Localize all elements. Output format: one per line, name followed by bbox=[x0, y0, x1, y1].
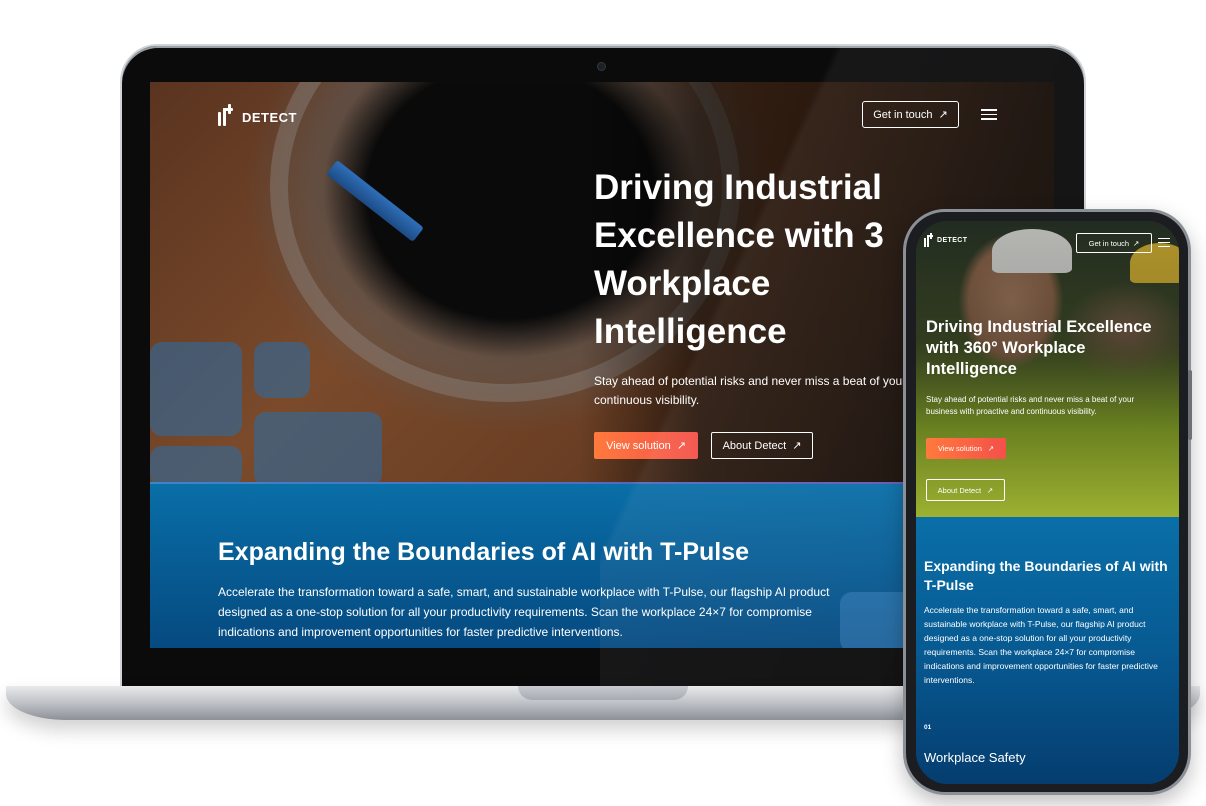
about-detect-button[interactable]: About Detect ↗ bbox=[926, 479, 1005, 501]
brand-name: DETECT bbox=[937, 237, 968, 244]
decor-square bbox=[254, 342, 310, 398]
device-mockup-stage: DETECT Get in touch ↗ Driving Industrial… bbox=[0, 0, 1206, 806]
get-in-touch-label: Get in touch bbox=[1088, 238, 1130, 248]
arrow-up-right-icon: ↗ bbox=[792, 440, 802, 452]
get-in-touch-label: Get in touch bbox=[873, 108, 933, 121]
view-solution-button[interactable]: View solution ↗ bbox=[594, 432, 698, 459]
section-heading: Expanding the Boundaries of AI with T-Pu… bbox=[218, 538, 750, 566]
hero-title: Driving Industrial Excellence with 3 Wor… bbox=[594, 168, 884, 351]
section-paragraph: Accelerate the transformation toward a s… bbox=[924, 605, 1158, 685]
brand-name: DETECT bbox=[242, 109, 297, 125]
decor-square bbox=[254, 412, 382, 482]
about-detect-label: About Detect bbox=[937, 485, 982, 495]
arrow-up-right-icon: ↗ bbox=[987, 485, 994, 495]
phone-hero: DETECT Get in touch ↗ Driving Industrial… bbox=[916, 221, 1179, 517]
feature-title[interactable]: Workplace Safety bbox=[924, 750, 1026, 765]
about-detect-label: About Detect bbox=[722, 439, 787, 452]
phone-screen: DETECT Get in touch ↗ Driving Industrial… bbox=[916, 221, 1179, 784]
view-solution-label: View solution bbox=[606, 439, 671, 452]
brand-mark-icon bbox=[924, 233, 934, 248]
get-in-touch-button[interactable]: Get in touch ↗ bbox=[862, 101, 959, 128]
brand-mark-icon bbox=[218, 104, 236, 130]
decor-square bbox=[150, 342, 242, 436]
decor-square bbox=[150, 446, 242, 482]
view-solution-label: View solution bbox=[937, 444, 982, 453]
section-heading: Expanding the Boundaries of AI with T-Pu… bbox=[924, 558, 1168, 593]
brand-logo[interactable]: DETECT bbox=[218, 104, 297, 130]
webcam-icon bbox=[597, 62, 606, 71]
about-detect-button[interactable]: About Detect ↗ bbox=[711, 432, 813, 459]
laptop-opening-notch bbox=[518, 686, 688, 700]
hamburger-menu-icon[interactable] bbox=[1158, 238, 1170, 247]
brand-logo[interactable]: DETECT bbox=[924, 233, 967, 248]
arrow-up-right-icon: ↗ bbox=[987, 444, 995, 453]
hero-subtitle: Stay ahead of potential risks and never … bbox=[926, 395, 1135, 416]
hero-title: Driving Industrial Excellence with 360° … bbox=[926, 318, 1152, 378]
section-paragraph: Accelerate the transformation toward a s… bbox=[218, 585, 830, 639]
view-solution-button[interactable]: View solution ↗ bbox=[926, 438, 1006, 459]
arrow-up-right-icon: ↗ bbox=[676, 440, 686, 452]
arrow-up-right-icon: ↗ bbox=[1133, 238, 1140, 248]
phone-side-button bbox=[1188, 370, 1192, 440]
get-in-touch-button[interactable]: Get in touch ↗ bbox=[1076, 233, 1152, 253]
feature-number: 01 bbox=[924, 724, 932, 731]
hamburger-menu-icon[interactable] bbox=[981, 109, 997, 120]
arrow-up-right-icon: ↗ bbox=[938, 109, 948, 121]
